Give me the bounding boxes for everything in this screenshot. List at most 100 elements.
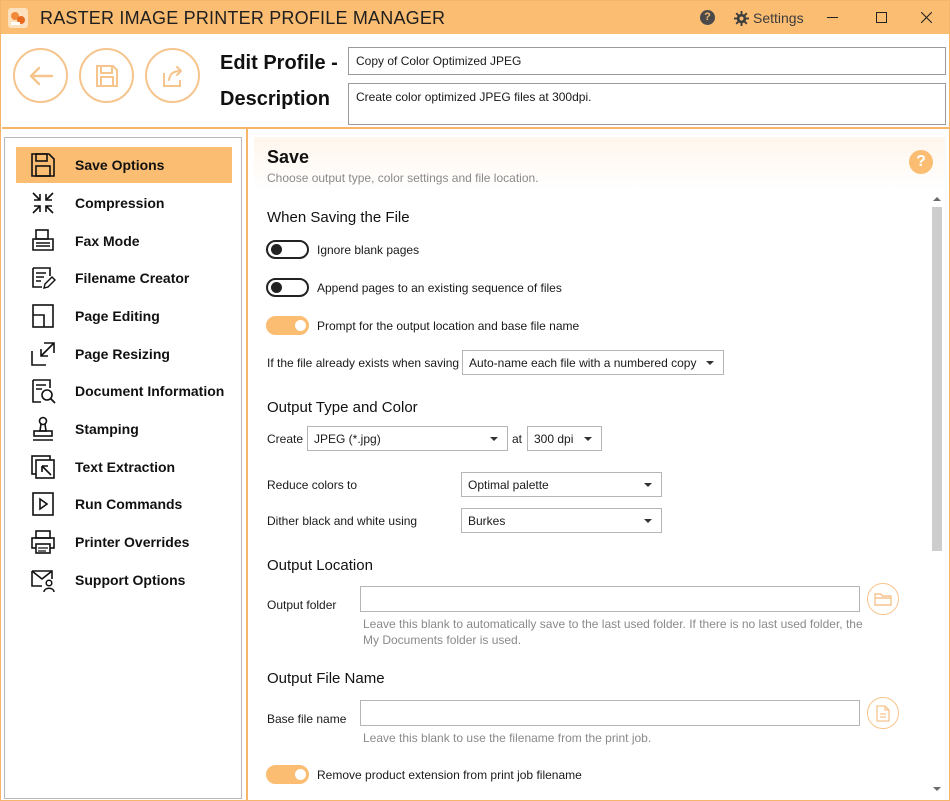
support-icon bbox=[31, 570, 55, 593]
dither-label: Dither black and white using bbox=[267, 514, 418, 528]
minimize-button[interactable] bbox=[809, 1, 855, 34]
sidebar-item-label: Text Extraction bbox=[75, 459, 176, 475]
sidebar-item-printer-overrides[interactable]: Printer Overrides bbox=[16, 524, 232, 560]
section-header: Save Choose output type, color settings … bbox=[254, 137, 945, 191]
dither-select[interactable]: Burkes bbox=[461, 508, 662, 533]
page-subtitle: Choose output type, color settings and f… bbox=[267, 171, 539, 185]
run-icon bbox=[32, 492, 54, 516]
saving-heading: When Saving the File bbox=[267, 209, 410, 226]
stamp-icon bbox=[33, 416, 53, 441]
ignore-blank-toggle[interactable] bbox=[266, 240, 309, 259]
sidebar-item-label: Run Commands bbox=[75, 496, 183, 512]
sidebar-item-support-options[interactable]: Support Options bbox=[16, 562, 232, 598]
sidebar: Save Options Compression Fax Mode Filena… bbox=[4, 137, 242, 799]
ignore-blank-label: Ignore blank pages bbox=[317, 243, 420, 257]
main-panel: Save Choose output type, color settings … bbox=[250, 137, 947, 799]
settings-button[interactable]: Settings bbox=[734, 8, 804, 28]
base-filename-label: Base file name bbox=[267, 712, 347, 726]
profile-name-input[interactable]: Copy of Color Optimized JPEG bbox=[348, 47, 946, 75]
dpi-select[interactable]: 300 dpi bbox=[527, 426, 602, 451]
folder-hint-line1: Leave this blank to automatically save t… bbox=[363, 617, 863, 631]
filename-hint: Leave this blank to use the filename fro… bbox=[363, 731, 652, 745]
file-exists-select[interactable]: Auto-name each file with a numbered copy bbox=[462, 350, 724, 375]
maximize-icon bbox=[875, 12, 887, 23]
at-label: at bbox=[512, 432, 523, 446]
sidebar-item-label: Support Options bbox=[75, 572, 186, 588]
document-icon bbox=[876, 704, 890, 722]
sidebar-item-label: Printer Overrides bbox=[75, 534, 190, 550]
sidebar-item-page-editing[interactable]: Page Editing bbox=[16, 298, 232, 334]
append-pages-toggle[interactable] bbox=[266, 278, 309, 297]
app-window: RASTER IMAGE PRINTER PROFILE MANAGER ? S… bbox=[0, 0, 950, 801]
sidebar-item-text-extraction[interactable]: Text Extraction bbox=[16, 449, 232, 485]
page-title: Save bbox=[267, 147, 310, 167]
sidebar-item-label: Compression bbox=[75, 195, 165, 211]
description-input[interactable]: Create color optimized JPEG files at 300… bbox=[348, 83, 946, 125]
resize-icon bbox=[31, 342, 55, 366]
sidebar-item-label: Document Information bbox=[75, 383, 225, 399]
title-bar: RASTER IMAGE PRINTER PROFILE MANAGER ? S… bbox=[1, 1, 949, 34]
prompt-location-toggle[interactable] bbox=[266, 316, 309, 335]
chevron-down-icon bbox=[644, 519, 652, 523]
output-folder-input[interactable] bbox=[360, 586, 860, 612]
browse-folder-button[interactable] bbox=[867, 583, 899, 615]
maximize-button[interactable] bbox=[858, 1, 904, 34]
reduce-colors-value: Optimal palette bbox=[468, 477, 549, 492]
help-icon[interactable]: ? bbox=[909, 150, 933, 174]
text-extract-icon bbox=[31, 455, 55, 479]
sidebar-item-label: Save Options bbox=[75, 157, 165, 173]
file-exists-value: Auto-name each file with a numbered copy bbox=[469, 355, 697, 370]
sidebar-item-filename-creator[interactable]: Filename Creator bbox=[16, 260, 232, 296]
sidebar-item-fax-mode[interactable]: Fax Mode bbox=[16, 223, 232, 259]
remove-extension-label: Remove product extension from print job … bbox=[317, 768, 582, 782]
sidebar-item-run-commands[interactable]: Run Commands bbox=[16, 486, 232, 522]
scroll-down-icon bbox=[933, 787, 941, 791]
chevron-down-icon bbox=[644, 483, 652, 487]
base-filename-input[interactable] bbox=[360, 700, 860, 726]
reduce-colors-select[interactable]: Optimal palette bbox=[461, 472, 662, 497]
minimize-icon bbox=[826, 17, 838, 18]
printer-icon bbox=[31, 530, 55, 554]
export-button[interactable] bbox=[145, 48, 200, 103]
scrollbar-thumb[interactable] bbox=[932, 207, 942, 551]
chevron-down-icon bbox=[706, 361, 714, 365]
fax-icon bbox=[32, 229, 54, 251]
save-icon bbox=[31, 153, 55, 177]
sidebar-item-label: Filename Creator bbox=[75, 270, 190, 286]
prompt-location-label: Prompt for the output location and base … bbox=[317, 319, 580, 333]
sidebar-item-label: Page Resizing bbox=[75, 346, 170, 362]
exists-label: If the file already exists when saving bbox=[267, 356, 460, 370]
chevron-down-icon bbox=[584, 437, 592, 441]
save-icon bbox=[95, 64, 118, 87]
remove-extension-toggle[interactable] bbox=[266, 765, 309, 784]
filename-builder-button[interactable] bbox=[867, 697, 899, 729]
app-logo-icon bbox=[8, 8, 28, 28]
sidebar-item-save-options[interactable]: Save Options bbox=[16, 147, 232, 183]
sidebar-item-document-information[interactable]: Document Information bbox=[16, 373, 232, 409]
back-button[interactable] bbox=[13, 48, 68, 103]
page-edit-icon bbox=[32, 304, 54, 328]
window-title: RASTER IMAGE PRINTER PROFILE MANAGER bbox=[40, 8, 446, 28]
share-icon bbox=[162, 65, 182, 87]
profile-header: Edit Profile - Description Copy of Color… bbox=[2, 34, 949, 129]
close-button[interactable] bbox=[903, 1, 949, 34]
sidebar-item-stamping[interactable]: Stamping bbox=[16, 411, 232, 447]
sidebar-item-label: Fax Mode bbox=[75, 233, 140, 249]
settings-label: Settings bbox=[753, 10, 804, 26]
sidebar-item-compression[interactable]: Compression bbox=[16, 185, 232, 221]
scroll-up-icon bbox=[933, 197, 941, 201]
create-label: Create bbox=[267, 432, 304, 446]
description-label: Description bbox=[220, 88, 331, 110]
save-button[interactable] bbox=[79, 48, 134, 103]
dither-value: Burkes bbox=[468, 513, 506, 528]
output-type-value: JPEG (*.jpg) bbox=[314, 431, 381, 446]
filename-icon bbox=[32, 267, 56, 289]
edit-profile-label: Edit Profile - bbox=[220, 52, 338, 74]
toggle-knob bbox=[295, 769, 306, 780]
output-type-select[interactable]: JPEG (*.jpg) bbox=[307, 426, 508, 451]
dpi-value: 300 dpi bbox=[534, 431, 574, 446]
help-icon[interactable]: ? bbox=[700, 10, 715, 25]
vertical-scrollbar[interactable] bbox=[930, 193, 942, 797]
toggle-knob bbox=[295, 320, 306, 331]
sidebar-item-page-resizing[interactable]: Page Resizing bbox=[16, 336, 232, 372]
